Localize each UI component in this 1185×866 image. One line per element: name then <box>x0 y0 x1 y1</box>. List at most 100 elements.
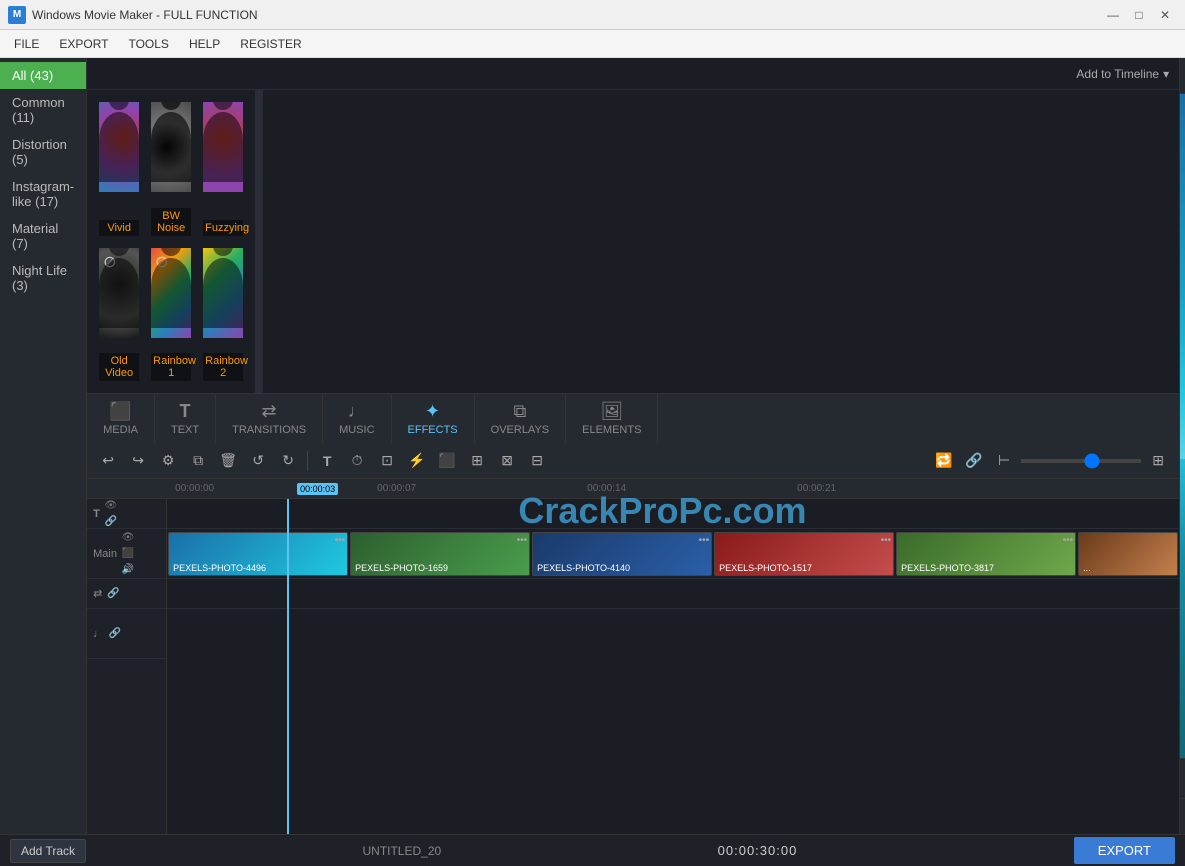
menu-register[interactable]: REGISTER <box>230 33 311 55</box>
loop-button[interactable]: 🔁 <box>931 448 957 474</box>
tab-media[interactable]: ⬛ MEDIA <box>87 394 155 443</box>
clip-2-menu[interactable]: ••• <box>517 535 528 546</box>
clip-5[interactable]: ••• PEXELS-PHOTO-3817 <box>896 532 1076 576</box>
elements-icon: 🖼 <box>600 401 623 422</box>
effect-rainbow2[interactable]: Rainbow 2 <box>201 246 245 384</box>
audio-track-link[interactable]: 🔗 <box>108 627 122 641</box>
menu-tools[interactable]: TOOLS <box>118 33 178 55</box>
tab-overlays[interactable]: ⧉ OVERLAYS <box>475 394 567 443</box>
sidebar-item-material[interactable]: Material (7) <box>0 215 86 257</box>
ruler-mark-7: 00:00:07 <box>377 483 416 494</box>
grid-button[interactable]: ⊟ <box>524 448 550 474</box>
fit-button[interactable]: ⊡ <box>374 448 400 474</box>
title-bar: M Windows Movie Maker - FULL FUNCTION — … <box>0 0 1185 30</box>
menu-file[interactable]: FILE <box>4 33 49 55</box>
separator-1 <box>307 451 308 471</box>
tab-music[interactable]: ♩ MUSIC <box>323 394 391 443</box>
main-track-audio[interactable]: 🔊 <box>121 563 135 577</box>
main-track-eye[interactable]: 👁 <box>121 531 135 545</box>
main-track: ••• PEXELS-PHOTO-4496 ••• PEXELS-PHOTO-1… <box>167 529 1179 579</box>
tab-elements-label: ELEMENTS <box>582 424 641 436</box>
media-icon: ⬛ <box>109 401 131 422</box>
effect-rainbow1[interactable]: ⊘ Rainbow 1 <box>149 246 193 384</box>
add-track-button[interactable]: Add Track <box>10 839 86 863</box>
clip-6[interactable]: ... <box>1078 532 1178 576</box>
overlays-icon: ⧉ <box>513 401 526 422</box>
text-track-label: T 👁 🔗 <box>87 499 166 529</box>
timeline-tracks: T 👁 🔗 Main 👁 ⬛ 🔊 ⇄ <box>87 499 1179 834</box>
audio-track-label: ♩ 🔗 <box>87 609 166 659</box>
tab-elements[interactable]: 🖼 ELEMENTS <box>566 394 658 443</box>
replay-button[interactable]: ↻ <box>275 448 301 474</box>
copy-button[interactable]: ⧉ <box>185 448 211 474</box>
clip-3-menu[interactable]: ••• <box>699 535 710 546</box>
sidebar-item-nightlife[interactable]: Night Life (3) <box>0 257 86 299</box>
delete-button[interactable]: 🗑 <box>215 448 241 474</box>
maximize-button[interactable]: □ <box>1127 5 1151 25</box>
text-tl-button[interactable]: T <box>314 448 340 474</box>
clip-1-label: PEXELS-PHOTO-4496 <box>173 563 266 573</box>
text-track-eye[interactable]: 👁 <box>104 499 118 513</box>
fx-track-link[interactable]: 🔗 <box>106 587 120 601</box>
track-content: ••• PEXELS-PHOTO-4496 ••• PEXELS-PHOTO-1… <box>167 499 1179 834</box>
clip-2[interactable]: ••• PEXELS-PHOTO-1659 <box>350 532 530 576</box>
rotate-button[interactable]: ↺ <box>245 448 271 474</box>
close-button[interactable]: ✕ <box>1153 5 1177 25</box>
window-controls[interactable]: — □ ✕ <box>1101 5 1177 25</box>
sidebar-item-distortion[interactable]: Distortion (5) <box>0 131 86 173</box>
clip-4-menu[interactable]: ••• <box>881 535 892 546</box>
main-track-label: Main 👁 ⬛ 🔊 <box>87 529 166 579</box>
fx-track-label: ⇄ 🔗 <box>87 579 166 609</box>
minimize-button[interactable]: — <box>1101 5 1125 25</box>
effects-scrollbar[interactable] <box>255 90 263 393</box>
sidebar-item-instagram[interactable]: Instagram-like (17) <box>0 173 86 215</box>
split-button[interactable]: ⊢ <box>991 448 1017 474</box>
clip-5-menu[interactable]: ••• <box>1063 535 1074 546</box>
audio-note-icon: ♩ <box>93 628 104 640</box>
menu-bar: FILE EXPORT TOOLS HELP REGISTER <box>0 30 1185 58</box>
crop-button[interactable]: ⊞ <box>464 448 490 474</box>
effect-fuzzying[interactable]: Fuzzying <box>201 100 245 238</box>
redo-button[interactable]: ↪ <box>125 448 151 474</box>
add-to-timeline-button[interactable]: Add to Timeline ▾ <box>1076 67 1169 81</box>
playhead <box>287 499 289 834</box>
app-title: Windows Movie Maker - FULL FUNCTION <box>32 8 258 22</box>
speed-button[interactable]: ⚡ <box>404 448 430 474</box>
tab-transitions[interactable]: ⇄ TRANSITIONS <box>216 394 323 443</box>
menu-export[interactable]: EXPORT <box>49 33 118 55</box>
clip-3[interactable]: ••• PEXELS-PHOTO-4140 <box>532 532 712 576</box>
right-panel: Angle: ↺ ↻ ⇔ ⇕ <box>1179 58 1185 834</box>
sidebar-item-common[interactable]: Common (11) <box>0 89 86 131</box>
transform-button[interactable]: ⊠ <box>494 448 520 474</box>
effect-vivid[interactable]: Vivid <box>97 100 141 238</box>
text-icon: T <box>180 401 191 422</box>
clip-2-label: PEXELS-PHOTO-1659 <box>355 563 448 573</box>
undo-button[interactable]: ↩ <box>95 448 121 474</box>
adjust-button[interactable]: ⚙ <box>155 448 181 474</box>
menu-help[interactable]: HELP <box>179 33 230 55</box>
ruler-mark-21: 00:00:21 <box>797 483 836 494</box>
shape-button[interactable]: ⬛ <box>434 448 460 474</box>
zoom-slider[interactable] <box>1021 459 1141 463</box>
clip-1[interactable]: ••• PEXELS-PHOTO-4496 <box>168 532 348 576</box>
export-button[interactable]: EXPORT <box>1074 837 1175 864</box>
tab-effects[interactable]: ✦ EFFECTS <box>392 394 475 443</box>
main-track-lock[interactable]: ⬛ <box>121 547 135 561</box>
clip-4[interactable]: ••• PEXELS-PHOTO-1517 <box>714 532 894 576</box>
effect-oldvideo[interactable]: ⊘ Old Video <box>97 246 141 384</box>
clip-1-menu[interactable]: ••• <box>335 535 346 546</box>
effect-bwnoise[interactable]: BW Noise <box>149 100 193 238</box>
filename-display: UNTITLED_20 <box>362 844 441 858</box>
bottom-timecode: 00:00:30:00 <box>718 843 798 858</box>
link-button[interactable]: 🔗 <box>961 448 987 474</box>
effect-rainbow1-label: Rainbow 1 <box>151 353 191 381</box>
fx-arrow-icon: ⇄ <box>93 587 102 600</box>
transitions-icon: ⇄ <box>262 401 277 422</box>
tab-text[interactable]: T TEXT <box>155 394 216 443</box>
preview-toolbar: Angle: ↺ ↻ ⇔ ⇕ <box>1180 58 1185 94</box>
sidebar-item-all[interactable]: All (43) <box>0 62 86 89</box>
timer-button[interactable]: ⏱ <box>344 448 370 474</box>
timeline-toolbar: ↩ ↪ ⚙ ⧉ 🗑 ↺ ↻ T ⏱ ⊡ ⚡ ⬛ ⊞ ⊠ ⊟ 🔁 🔗 ⊢ ⊞ <box>87 443 1179 479</box>
fullscreen-button[interactable]: ⊞ <box>1145 448 1171 474</box>
text-track-link[interactable]: 🔗 <box>104 515 118 529</box>
